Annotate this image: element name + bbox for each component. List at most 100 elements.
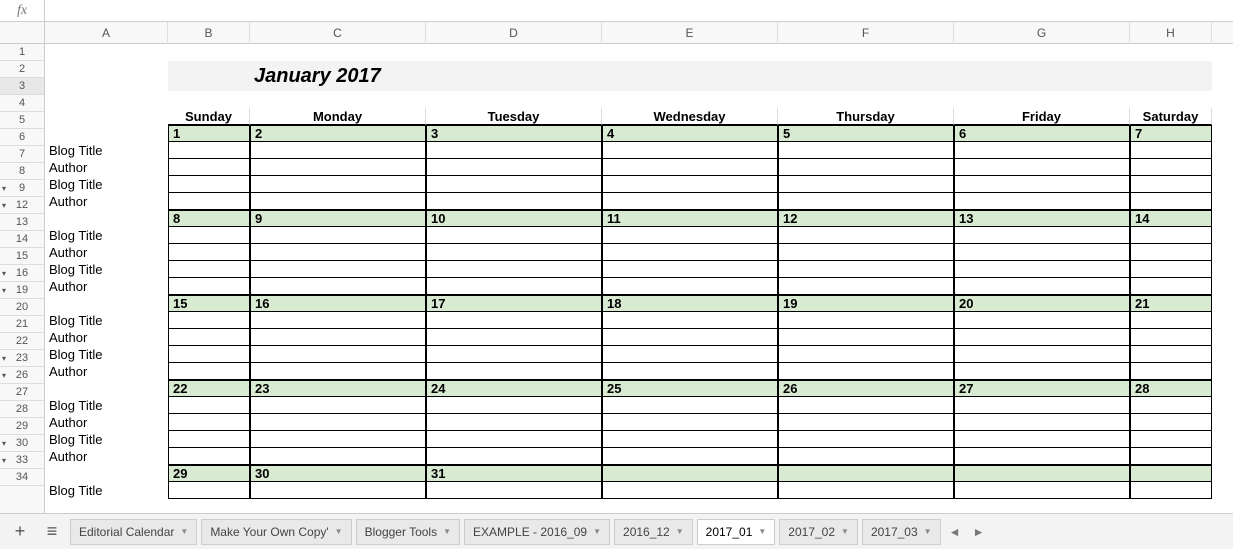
day-number-cell[interactable]: 25 xyxy=(602,380,778,397)
data-cell[interactable] xyxy=(426,431,602,448)
cell[interactable] xyxy=(45,108,168,125)
data-cell[interactable] xyxy=(954,193,1130,210)
data-cell[interactable] xyxy=(602,363,778,380)
cell[interactable] xyxy=(426,61,602,91)
row-header-2[interactable]: 2 xyxy=(0,61,44,78)
row-header-19[interactable]: 19▾ xyxy=(0,282,44,299)
day-number-cell[interactable]: 31 xyxy=(426,465,602,482)
data-cell[interactable] xyxy=(778,312,954,329)
group-toggle-icon[interactable]: ▾ xyxy=(2,371,6,380)
sheet-tab[interactable]: EXAMPLE - 2016_09▼ xyxy=(464,519,610,545)
data-cell[interactable] xyxy=(1130,482,1212,499)
row-label[interactable]: Author xyxy=(45,363,168,380)
data-cell[interactable] xyxy=(954,312,1130,329)
row-label[interactable]: Blog Title xyxy=(45,176,168,193)
data-cell[interactable] xyxy=(426,329,602,346)
day-number-cell[interactable]: 2 xyxy=(250,125,426,142)
day-number-cell[interactable]: 11 xyxy=(602,210,778,227)
data-cell[interactable] xyxy=(426,227,602,244)
day-number-cell[interactable]: 28 xyxy=(1130,380,1212,397)
day-number-cell[interactable]: 22 xyxy=(168,380,250,397)
day-number-cell[interactable]: 12 xyxy=(778,210,954,227)
row-label[interactable]: Author xyxy=(45,244,168,261)
row-label[interactable]: Author xyxy=(45,329,168,346)
cell[interactable] xyxy=(1130,61,1212,91)
data-cell[interactable] xyxy=(602,159,778,176)
data-cell[interactable] xyxy=(954,278,1130,295)
group-toggle-icon[interactable]: ▾ xyxy=(2,269,6,278)
cell[interactable] xyxy=(778,44,954,61)
row-header-28[interactable]: 28 xyxy=(0,401,44,418)
cell[interactable] xyxy=(45,380,168,397)
data-cell[interactable] xyxy=(426,414,602,431)
data-cell[interactable] xyxy=(778,176,954,193)
row-header-9[interactable]: 9▾ xyxy=(0,180,44,197)
day-number-cell[interactable]: 3 xyxy=(426,125,602,142)
cell[interactable] xyxy=(426,44,602,61)
data-cell[interactable] xyxy=(168,244,250,261)
group-toggle-icon[interactable]: ▾ xyxy=(2,201,6,210)
day-number-cell[interactable]: 4 xyxy=(602,125,778,142)
data-cell[interactable] xyxy=(602,244,778,261)
row-header-30[interactable]: 30▾ xyxy=(0,435,44,452)
data-cell[interactable] xyxy=(954,159,1130,176)
day-number-cell[interactable]: 10 xyxy=(426,210,602,227)
row-label[interactable]: Author xyxy=(45,278,168,295)
row-header-16[interactable]: 16▾ xyxy=(0,265,44,282)
data-cell[interactable] xyxy=(778,193,954,210)
data-cell[interactable] xyxy=(250,312,426,329)
data-cell[interactable] xyxy=(602,176,778,193)
tab-menu-caret-icon[interactable]: ▼ xyxy=(335,527,343,536)
data-cell[interactable] xyxy=(168,414,250,431)
data-cell[interactable] xyxy=(1130,363,1212,380)
row-label[interactable]: Blog Title xyxy=(45,261,168,278)
data-cell[interactable] xyxy=(778,448,954,465)
data-cell[interactable] xyxy=(778,431,954,448)
cell[interactable] xyxy=(250,44,426,61)
data-cell[interactable] xyxy=(168,329,250,346)
row-label[interactable]: Blog Title xyxy=(45,397,168,414)
row-label[interactable]: Blog Title xyxy=(45,312,168,329)
day-number-cell[interactable]: 16 xyxy=(250,295,426,312)
data-cell[interactable] xyxy=(426,193,602,210)
group-toggle-icon[interactable]: ▾ xyxy=(2,286,6,295)
data-cell[interactable] xyxy=(1130,159,1212,176)
sheet-tab[interactable]: Editorial Calendar▼ xyxy=(70,519,197,545)
data-cell[interactable] xyxy=(1130,414,1212,431)
row-header-26[interactable]: 26▾ xyxy=(0,367,44,384)
data-cell[interactable] xyxy=(250,193,426,210)
row-header-33[interactable]: 33▾ xyxy=(0,452,44,469)
data-cell[interactable] xyxy=(250,397,426,414)
data-cell[interactable] xyxy=(250,482,426,499)
row-header-8[interactable]: 8 xyxy=(0,163,44,180)
calendar-title[interactable]: January 2017 xyxy=(250,61,426,91)
day-number-cell[interactable]: 26 xyxy=(778,380,954,397)
day-number-cell[interactable]: 30 xyxy=(250,465,426,482)
data-cell[interactable] xyxy=(602,193,778,210)
data-cell[interactable] xyxy=(778,261,954,278)
data-cell[interactable] xyxy=(602,397,778,414)
sheet-tab[interactable]: 2017_01▼ xyxy=(697,519,776,545)
cell[interactable] xyxy=(168,91,250,108)
col-header-F[interactable]: F xyxy=(778,22,954,44)
day-header-thursday[interactable]: Thursday xyxy=(778,108,954,125)
data-cell[interactable] xyxy=(250,227,426,244)
data-cell[interactable] xyxy=(426,397,602,414)
data-cell[interactable] xyxy=(602,414,778,431)
data-cell[interactable] xyxy=(168,227,250,244)
data-cell[interactable] xyxy=(954,448,1130,465)
day-number-cell[interactable]: 19 xyxy=(778,295,954,312)
data-cell[interactable] xyxy=(168,261,250,278)
data-cell[interactable] xyxy=(1130,329,1212,346)
data-cell[interactable] xyxy=(778,159,954,176)
day-header-monday[interactable]: Monday xyxy=(250,108,426,125)
tab-menu-caret-icon[interactable]: ▼ xyxy=(443,527,451,536)
data-cell[interactable] xyxy=(1130,142,1212,159)
row-header-12[interactable]: 12▾ xyxy=(0,197,44,214)
cell[interactable] xyxy=(954,44,1130,61)
day-header-saturday[interactable]: Saturday xyxy=(1130,108,1212,125)
cell[interactable] xyxy=(954,61,1130,91)
tabs-scroll-left[interactable]: ◄ xyxy=(945,525,965,539)
data-cell[interactable] xyxy=(954,176,1130,193)
col-header-B[interactable]: B xyxy=(168,22,250,44)
